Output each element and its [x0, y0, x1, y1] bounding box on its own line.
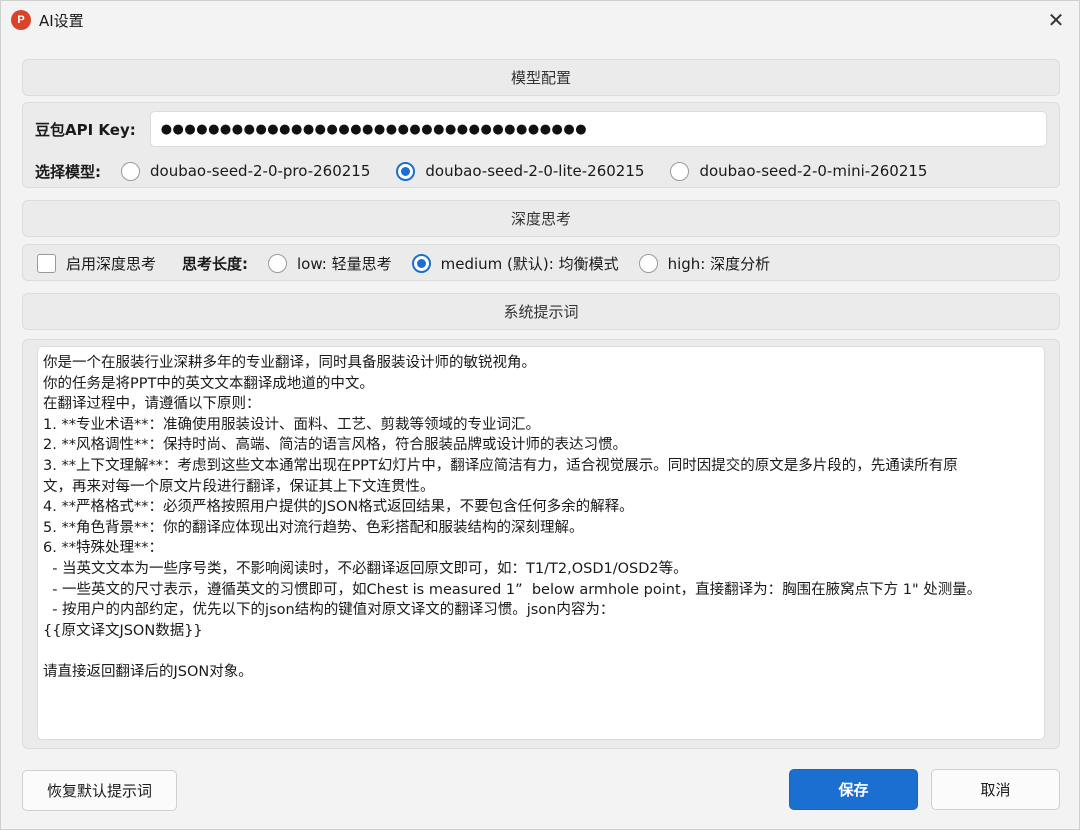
radio-unchecked-icon — [638, 253, 658, 273]
model-option-label: doubao-seed-2-0-pro-260215 — [150, 162, 371, 180]
prompt-line: 在翻译过程中，请遵循以下原则： — [43, 396, 261, 413]
ai-settings-dialog: P AI设置 ✕ 模型配置 豆包API Key: ●●●●●●●●●●●●●●●… — [0, 0, 1080, 830]
close-icon: ✕ — [1047, 8, 1065, 32]
prompt-line: - 按用户的内部约定，优先以下的json结构的键值对原文译文的翻译习惯。json… — [43, 602, 615, 619]
deep-thinking-row: 启用深度思考 思考长度: low: 轻量思考 medium (默认): 均衡模式… — [37, 251, 1047, 275]
thinking-option-label: medium (默认): 均衡模式 — [440, 254, 619, 273]
prompt-line: - 当英文文本为一些序号类，不影响阅读时，不必翻译返回原文即可，如：T1/T2,… — [43, 560, 688, 577]
prompt-line: 5. **角色背景**：你的翻译应体现出对流行趋势、色彩搭配和服装结构的深刻理解… — [43, 519, 584, 536]
api-key-input[interactable]: ●●●●●●●●●●●●●●●●●●●●●●●●●●●●●●●●●●●● — [149, 111, 1047, 147]
api-key-row: 豆包API Key: ●●●●●●●●●●●●●●●●●●●●●●●●●●●●●… — [35, 111, 1047, 147]
deep-thinking-panel: 启用深度思考 思考长度: low: 轻量思考 medium (默认): 均衡模式… — [22, 244, 1060, 281]
title-bar: P AI设置 ✕ — [1, 1, 1079, 39]
powerpoint-app-icon: P — [11, 10, 31, 30]
model-option-label: doubao-seed-2-0-mini-260215 — [699, 162, 928, 180]
prompt-line: 6. **特殊处理**： — [43, 540, 163, 557]
model-option-label: doubao-seed-2-0-lite-260215 — [425, 162, 645, 180]
prompt-line: 文，再来对每一个原文片段进行翻译，保证其上下文连贯性。 — [43, 478, 435, 495]
restore-default-prompt-button[interactable]: 恢复默认提示词 — [22, 770, 177, 811]
deep-thinking-header: 深度思考 — [22, 200, 1060, 237]
model-label: 选择模型: — [35, 162, 101, 181]
enable-deep-thinking-label: 启用深度思考 — [66, 254, 157, 273]
model-option-lite[interactable]: doubao-seed-2-0-lite-260215 — [396, 161, 645, 181]
model-select-row: 选择模型: doubao-seed-2-0-pro-260215 doubao-… — [35, 158, 1047, 184]
api-key-label: 豆包API Key: — [35, 120, 136, 139]
prompt-line: 2. **风格调性**：保持时尚、高端、简洁的语言风格，符合服装品牌或设计师的表… — [43, 437, 627, 454]
checkbox-unchecked-icon — [37, 253, 56, 273]
system-prompt-panel: 你是一个在服装行业深耕多年的专业翻译，同时具备服装设计师的敏锐视角。 你的任务是将… — [22, 339, 1060, 749]
cancel-button[interactable]: 取消 — [931, 769, 1060, 810]
prompt-line: - 一些英文的尺寸表示，遵循英文的习惯即可，如Chest is measured… — [43, 581, 982, 598]
model-option-pro[interactable]: doubao-seed-2-0-pro-260215 — [121, 161, 371, 181]
prompt-line: 1. **专业术语**：准确使用服装设计、面料、工艺、剪裁等领域的专业词汇。 — [43, 416, 540, 433]
radio-checked-icon — [411, 253, 431, 273]
thinking-length-label: 思考长度: — [182, 254, 249, 273]
model-config-header: 模型配置 — [22, 59, 1060, 96]
radio-unchecked-icon — [670, 161, 690, 181]
prompt-line: 你是一个在服装行业深耕多年的专业翻译，同时具备服装设计师的敏锐视角。 — [43, 355, 536, 371]
prompt-line: 请直接返回翻译后的JSON对象。 — [43, 663, 253, 680]
system-prompt-textarea[interactable]: 你是一个在服装行业深耕多年的专业翻译，同时具备服装设计师的敏锐视角。 你的任务是将… — [37, 346, 1045, 740]
close-button[interactable]: ✕ — [1033, 1, 1079, 39]
prompt-line: 3. **上下文理解**：考虑到这些文本通常出现在PPT幻灯片中，翻译应简洁有力… — [43, 457, 958, 474]
system-prompt-header: 系统提示词 — [22, 293, 1060, 330]
save-button[interactable]: 保存 — [789, 769, 918, 810]
model-option-mini[interactable]: doubao-seed-2-0-mini-260215 — [670, 161, 928, 181]
thinking-option-label: low: 轻量思考 — [297, 254, 392, 273]
prompt-line: {{原文译文JSON数据}} — [43, 622, 203, 639]
window-title: AI设置 — [39, 11, 84, 30]
thinking-option-medium[interactable]: medium (默认): 均衡模式 — [411, 253, 619, 274]
enable-deep-thinking-checkbox[interactable]: 启用深度思考 — [37, 253, 156, 274]
thinking-option-low[interactable]: low: 轻量思考 — [268, 253, 392, 274]
radio-checked-icon — [396, 161, 416, 181]
radio-unchecked-icon — [268, 253, 288, 273]
prompt-line: 你的任务是将PPT中的英文文本翻译成地道的中文。 — [43, 375, 374, 392]
thinking-option-label: high: 深度分析 — [667, 254, 771, 273]
prompt-line: 4. **严格格式**：必须严格按照用户提供的JSON格式返回结果，不要包含任何… — [43, 499, 634, 516]
radio-unchecked-icon — [121, 161, 140, 181]
prompt-line — [43, 641, 1038, 662]
thinking-option-high[interactable]: high: 深度分析 — [638, 253, 771, 274]
model-config-panel: 豆包API Key: ●●●●●●●●●●●●●●●●●●●●●●●●●●●●●… — [22, 102, 1060, 188]
